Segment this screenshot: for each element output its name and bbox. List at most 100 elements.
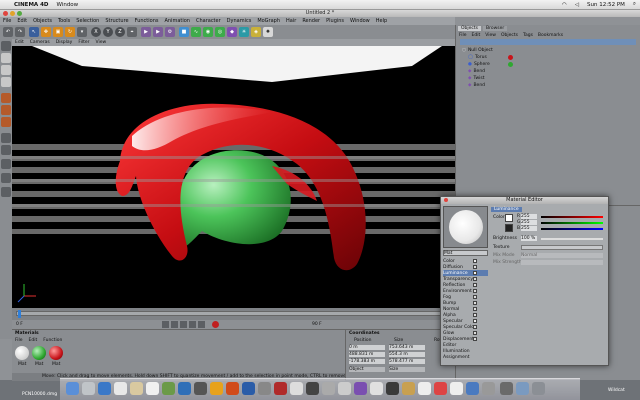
menu-selection[interactable]: Selection [73, 18, 102, 24]
viewport-menu-filter[interactable]: Filter [75, 40, 92, 45]
checkbox-bump[interactable] [473, 301, 477, 305]
checkbox-displacement[interactable] [473, 337, 477, 341]
mail-icon[interactable] [114, 382, 127, 395]
move-tool-icon[interactable]: ✥ [41, 27, 51, 37]
workplane-icon[interactable] [1, 173, 11, 183]
itunes-icon[interactable] [178, 382, 191, 395]
object-row[interactable]: ◌ Null Object [462, 47, 493, 53]
wifi-icon[interactable]: ◠ [558, 2, 571, 8]
app-icon[interactable] [274, 382, 287, 395]
objects-menu-tags[interactable]: Tags [523, 33, 533, 38]
checkbox-transparency[interactable] [473, 277, 477, 281]
play-icon[interactable] [180, 321, 187, 328]
blue-value-field[interactable]: 255 [521, 226, 537, 231]
tweak-mode-icon[interactable] [1, 133, 11, 143]
menu-animation[interactable]: Animation [161, 18, 193, 24]
object-row[interactable]: ◆ Twist [468, 75, 485, 81]
app-icon[interactable] [290, 382, 303, 395]
menu-tools[interactable]: Tools [55, 18, 73, 24]
app-icon[interactable] [354, 382, 367, 395]
record-key-icon[interactable] [212, 321, 219, 328]
menu-edit[interactable]: Edit [14, 18, 30, 24]
app-icon[interactable] [370, 382, 383, 395]
menu-character[interactable]: Character [193, 18, 224, 24]
object-row[interactable]: ◆ Bend [468, 68, 485, 74]
tab-objects[interactable]: Objects [458, 26, 482, 31]
checkbox-luminance[interactable] [473, 271, 477, 275]
checkbox-reflection[interactable] [473, 283, 477, 287]
spline-icon[interactable]: ∿ [191, 27, 201, 37]
materials-menu-file[interactable]: File [15, 338, 23, 343]
perspective-viewport[interactable] [12, 46, 455, 308]
timeline-end-frame[interactable]: 90 F [312, 322, 322, 327]
finder-icon[interactable] [66, 382, 79, 395]
solo-icon[interactable] [1, 187, 11, 197]
nurbs-icon[interactable]: ◉ [203, 27, 213, 37]
menu-functions[interactable]: Functions [132, 18, 162, 24]
object-row[interactable]: ◯ Torus [468, 54, 513, 60]
objects-menu-bookmarks[interactable]: Bookmarks [538, 33, 563, 38]
menu-help[interactable]: Help [373, 18, 390, 24]
position-x-field[interactable]: 0 m [349, 345, 385, 350]
red-value-field[interactable]: 255 [521, 214, 537, 219]
timeline-start-frame[interactable]: 0 F [16, 322, 23, 327]
next-frame-icon[interactable] [189, 321, 196, 328]
materials-menu-edit[interactable]: Edit [29, 338, 38, 343]
scale-tool-icon[interactable]: ▣ [53, 27, 63, 37]
app-icon[interactable] [466, 382, 479, 395]
viewport-menu-cameras[interactable]: Cameras [27, 40, 53, 45]
minimize-window-button[interactable] [10, 11, 15, 16]
objects-menu-view[interactable]: View [485, 33, 496, 38]
coord-mode-dropdown[interactable]: Object [349, 367, 385, 372]
objects-menu-edit[interactable]: Edit [472, 33, 481, 38]
search-bar[interactable] [460, 39, 636, 45]
material-preview-sphere[interactable] [449, 210, 483, 244]
position-y-field[interactable]: 488.831 m [349, 352, 385, 357]
green-value-field[interactable]: 255 [521, 220, 537, 225]
object-row[interactable]: ● Sphere [468, 61, 513, 67]
material-tag-icon[interactable] [508, 61, 513, 67]
iphoto-icon[interactable] [162, 382, 175, 395]
menu-dynamics[interactable]: Dynamics [224, 18, 255, 24]
model-mode-icon[interactable] [1, 53, 11, 63]
edges-mode-icon[interactable] [1, 105, 11, 115]
brightness-field[interactable]: 100 % [521, 236, 537, 241]
color-swatch[interactable] [505, 214, 513, 222]
app-icon[interactable] [322, 382, 335, 395]
render-view-icon[interactable]: ▶ [141, 27, 151, 37]
menu-window[interactable]: Window [347, 18, 373, 24]
checkbox-environment[interactable] [473, 289, 477, 293]
size-mode-dropdown[interactable]: Size [389, 367, 425, 372]
material-name-2[interactable]: Mat [35, 362, 43, 367]
points-mode-icon[interactable] [1, 93, 11, 103]
mix-strength-slider[interactable] [521, 260, 603, 265]
menubar-clock[interactable]: Sun 12:52 PM [583, 2, 629, 8]
object-row[interactable]: ◆ Bend [468, 82, 485, 88]
channel-item[interactable]: Assignment [443, 354, 470, 360]
dashboard-icon[interactable] [82, 382, 95, 395]
material-editor-close-button[interactable] [444, 198, 448, 202]
red-slider[interactable] [541, 216, 603, 218]
recent-tools-icon[interactable]: ▾ [77, 27, 87, 37]
green-slider[interactable] [541, 222, 603, 224]
texture-mode-icon[interactable] [1, 77, 11, 87]
material-swatch-red[interactable] [49, 346, 63, 360]
safari-icon[interactable] [98, 382, 111, 395]
app-icon[interactable] [258, 382, 271, 395]
color-picker-icon[interactable] [505, 224, 513, 232]
checkbox-specular-color[interactable] [473, 325, 477, 329]
downloads-stack-icon[interactable] [500, 382, 513, 395]
material-swatch-green[interactable] [32, 346, 46, 360]
trash-icon[interactable] [532, 382, 545, 395]
app-icon[interactable] [418, 382, 431, 395]
timeline-ruler[interactable] [12, 308, 455, 320]
illustrator-icon[interactable] [210, 382, 223, 395]
coordinate-system-icon[interactable]: ⌖ [127, 27, 137, 37]
select-tool-icon[interactable]: ↖ [29, 27, 39, 37]
objects-menu-file[interactable]: File [459, 33, 467, 38]
material-tag-icon[interactable] [508, 54, 513, 60]
desktop-corner-label[interactable]: Wildcat [608, 388, 625, 393]
y-axis-icon[interactable]: Y [103, 27, 113, 37]
polygons-mode-icon[interactable] [1, 117, 11, 127]
scene-icon[interactable]: ☀ [239, 27, 249, 37]
